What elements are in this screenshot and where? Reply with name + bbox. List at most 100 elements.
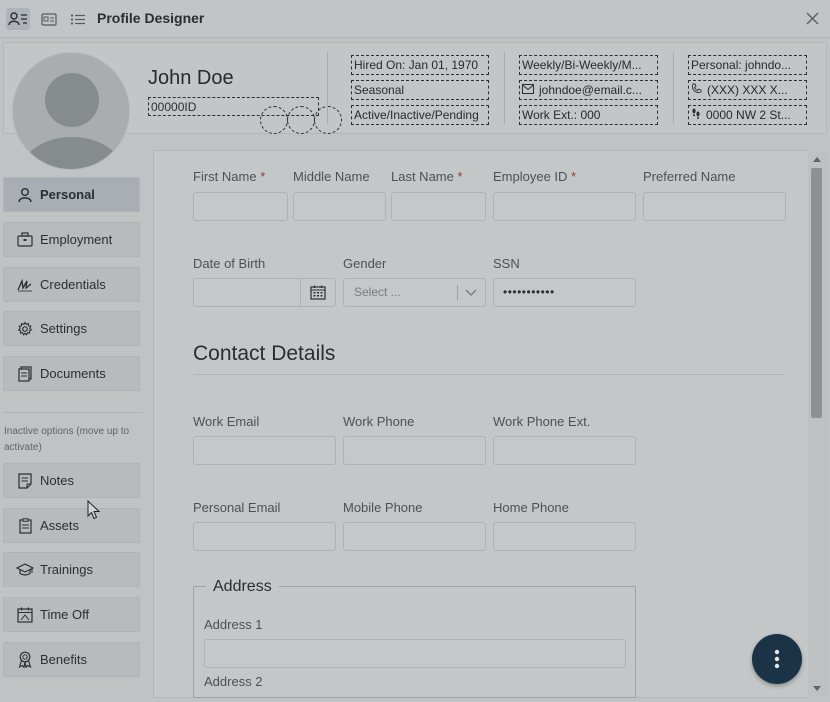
more-vertical-icon [774,649,780,669]
employee-name: John Doe [148,67,234,89]
work-phone-input[interactable] [343,436,486,465]
avatar[interactable] [12,52,130,170]
sidebar-item-label: Time Off [40,607,90,622]
signature-icon [16,276,34,294]
sidebar-item-label: Personal [40,187,95,202]
status-field[interactable]: Active/Inactive/Pending [351,105,489,125]
title-bar: Profile Designer [0,0,830,38]
first-name-label: First Name * [193,169,265,184]
mail-icon [522,83,534,97]
personal-email-input[interactable] [193,522,336,551]
last-name-label-text: Last Name [391,169,454,184]
documents-icon [16,365,34,383]
hired-on-text: Hired On: Jan 01, 1970 [354,58,479,72]
select-separator [457,285,458,300]
address1-input[interactable] [204,639,626,668]
sidebar-item-notes[interactable]: Notes [3,463,140,498]
sidebar-item-credentials[interactable]: Credentials [3,267,140,302]
sidebar-divider [3,412,143,413]
pay-schedule-text: Weekly/Bi-Weekly/M... [522,58,642,72]
inactive-options-note: Inactive options (move up to activate) [4,426,130,453]
list-icon[interactable] [66,8,90,30]
address1-label: Address 1 [204,617,263,632]
badge-placeholder-circle[interactable] [287,106,315,134]
gender-select-placeholder: Select ... [354,285,401,299]
person-list-icon[interactable] [6,8,30,30]
phone-icon [691,83,702,97]
scroll-up-arrow-icon[interactable] [812,155,822,163]
phone-text: (XXX) XXX X... [707,83,788,97]
personal-email-label: Personal Email [193,500,281,515]
hired-on-field[interactable]: Hired On: Jan 01, 1970 [351,55,489,75]
id-card-icon[interactable] [37,8,61,30]
address2-label: Address 2 [204,674,263,689]
first-name-label-text: First Name [193,169,257,184]
personal-email-header-field[interactable]: Personal: johndo... [688,55,807,75]
header-divider [504,52,505,124]
work-phone-label: Work Phone [343,414,415,429]
briefcase-icon [16,231,34,249]
address-text: 0000 NW 2 St... [706,108,791,122]
chevron-down-icon[interactable] [464,286,478,300]
address-header-field[interactable]: 0000 NW 2 St... [688,105,807,125]
home-phone-input[interactable] [493,522,636,551]
sidebar-item-documents[interactable]: Documents [3,356,140,391]
sidebar-item-label: Documents [40,366,106,381]
address-legend: Address [206,578,279,596]
employee-id-input[interactable] [493,192,636,221]
sidebar-item-settings[interactable]: Settings [3,311,140,346]
note-icon [16,472,34,490]
calendar-icon[interactable] [300,278,335,307]
required-mark: * [260,169,266,184]
work-email-label: Work Email [193,414,260,429]
graduation-cap-icon [16,561,34,579]
section-divider [193,374,785,375]
required-mark: * [457,169,463,184]
calendar-icon [16,606,34,624]
clipboard-icon [16,517,34,535]
work-phone-ext-label: Work Phone Ext. [493,414,591,429]
mouse-cursor-icon [87,499,101,520]
ssn-value: ••••••••••• [503,285,555,299]
employment-type-field[interactable]: Seasonal [351,80,489,100]
employment-type-text: Seasonal [354,83,405,97]
work-ext-field[interactable]: Work Ext.: 000 [519,105,658,125]
first-name-input[interactable] [193,192,288,221]
pay-schedule-field[interactable]: Weekly/Bi-Weekly/M... [519,55,658,75]
work-email-text: johndoe@email.c... [539,83,642,97]
badge-placeholder-circle[interactable] [314,106,342,134]
sidebar-item-benefits[interactable]: Benefits [3,642,140,677]
work-email-input[interactable] [193,436,336,465]
ssn-label: SSN [493,256,520,271]
sidebar-item-trainings[interactable]: Trainings [3,552,140,587]
footprints-icon [691,108,701,122]
personal-email-text: Personal: johndo... [691,58,792,72]
mobile-phone-input[interactable] [343,522,486,551]
window-title: Profile Designer [97,10,205,26]
preferred-name-input[interactable] [643,192,786,221]
sidebar-item-label: Settings [40,321,87,336]
work-ext-text: Work Ext.: 000 [522,108,601,122]
sidebar-item-assets[interactable]: Assets [3,508,140,543]
close-icon[interactable] [803,9,821,27]
middle-name-label: Middle Name [293,169,370,184]
last-name-label: Last Name * [391,169,463,184]
last-name-input[interactable] [391,192,486,221]
scroll-down-arrow-icon[interactable] [812,684,822,692]
sidebar-item-personal[interactable]: Personal [3,177,140,212]
phone-header-field[interactable]: (XXX) XXX X... [688,80,807,100]
employee-id-label: Employee ID * [493,169,576,184]
more-actions-button[interactable] [752,634,802,684]
status-text: Active/Inactive/Pending [354,108,479,122]
sidebar-item-employment[interactable]: Employment [3,222,140,257]
middle-name-input[interactable] [293,192,386,221]
mobile-phone-label: Mobile Phone [343,500,423,515]
home-phone-label: Home Phone [493,500,569,515]
work-phone-ext-input[interactable] [493,436,636,465]
scrollbar-thumb[interactable] [811,168,822,418]
person-icon [16,186,34,204]
employee-id-label-text: Employee ID [493,169,568,184]
work-email-header-field[interactable]: johndoe@email.c... [519,80,658,100]
badge-placeholder-circle[interactable] [260,106,288,134]
sidebar-item-time-off[interactable]: Time Off [3,597,140,632]
